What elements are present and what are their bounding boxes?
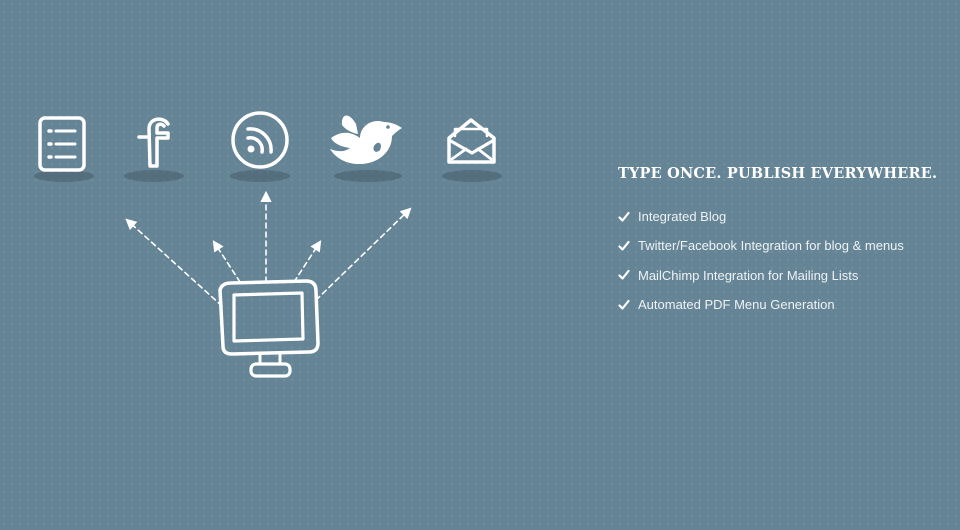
publishing-illustration (34, 111, 502, 378)
feature-label: Automated PDF Menu Generation (638, 297, 835, 313)
checkmark-icon (618, 269, 632, 281)
checkmark-icon (618, 211, 632, 223)
computer-monitor-icon (218, 279, 320, 378)
feature-list: Integrated Blog Twitter/Facebook Integra… (618, 202, 948, 319)
feature-item: Automated PDF Menu Generation (618, 290, 948, 319)
feature-label: MailChimp Integration for Mailing Lists (638, 267, 859, 283)
feature-item: Twitter/Facebook Integration for blog & … (618, 231, 948, 260)
checkmark-icon (618, 299, 632, 311)
facebook-icon (137, 117, 170, 168)
features-panel: TYPE ONCE. PUBLISH EVERYWHERE. Integrate… (618, 165, 948, 319)
rss-icon (231, 111, 289, 169)
feature-item: MailChimp Integration for Mailing Lists (618, 261, 948, 290)
email-icon (447, 118, 496, 164)
twitter-bird-icon (330, 115, 402, 165)
feature-label: Twitter/Facebook Integration for blog & … (638, 238, 904, 254)
distribution-arrows (125, 190, 412, 307)
features-headline: TYPE ONCE. PUBLISH EVERYWHERE. (618, 165, 938, 182)
checkmark-icon (618, 240, 632, 252)
menu-list-icon (38, 116, 86, 172)
feature-label: Integrated Blog (638, 209, 727, 225)
feature-item: Integrated Blog (618, 202, 948, 231)
